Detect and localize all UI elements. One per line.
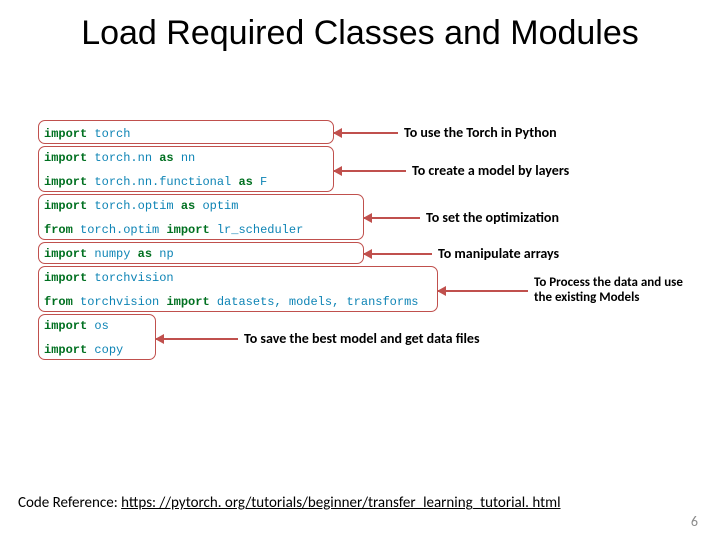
annotation-numpy: To manipulate arrays xyxy=(438,246,559,262)
arrow-icon xyxy=(364,217,420,219)
group-optim xyxy=(38,194,364,240)
annotation-optim: To set the optimization xyxy=(426,210,559,226)
group-numpy xyxy=(38,242,364,264)
page-number: 6 xyxy=(691,513,698,530)
reference-link[interactable]: https: //pytorch. org/tutorials/beginner… xyxy=(121,494,560,512)
arrow-icon xyxy=(334,132,398,134)
annotation-nn: To create a model by layers xyxy=(412,163,569,179)
group-nn xyxy=(38,146,334,192)
annotation-torchvision: To Process the data and use the existing… xyxy=(534,276,684,306)
page-title: Load Required Classes and Modules xyxy=(0,0,720,53)
diagram-stage: import torch import torch.nn as nn impor… xyxy=(36,120,686,460)
arrow-icon xyxy=(438,290,528,292)
group-torchvision xyxy=(38,266,438,312)
annotation-os-copy: To save the best model and get data file… xyxy=(244,331,480,347)
group-torch xyxy=(38,120,334,144)
arrow-icon xyxy=(334,170,406,172)
code-reference: Code Reference: https: //pytorch. org/tu… xyxy=(18,494,561,512)
arrow-icon xyxy=(156,338,238,340)
arrow-icon xyxy=(364,253,432,255)
annotation-torch: To use the Torch in Python xyxy=(404,125,557,141)
reference-label: Code Reference: xyxy=(18,494,121,512)
group-os-copy xyxy=(38,314,156,360)
